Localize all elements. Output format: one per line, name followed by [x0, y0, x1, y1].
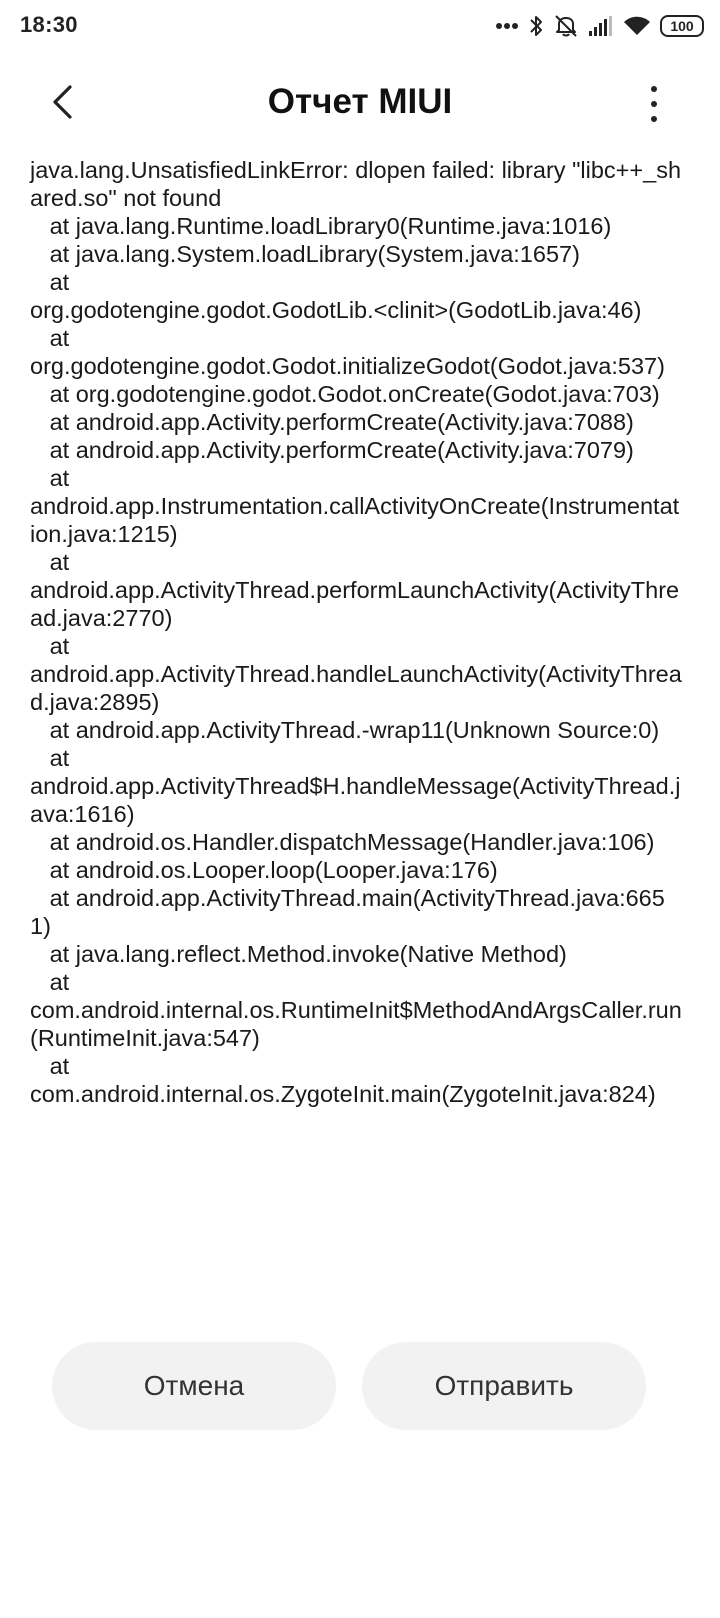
more-options-button[interactable]: [634, 74, 674, 134]
status-bar: 18:30 100: [0, 0, 720, 52]
header: Отчет MIUI: [0, 60, 720, 150]
battery-icon: 100: [660, 15, 704, 37]
signal-icon: [588, 15, 614, 37]
more-vertical-icon: [651, 86, 657, 92]
bluetooth-icon: [528, 14, 544, 38]
more-vertical-icon-dot: [651, 101, 657, 107]
report-text: java.lang.UnsatisfiedLinkError: dlopen f…: [30, 157, 682, 1107]
cancel-button[interactable]: Отмена: [52, 1342, 336, 1430]
wifi-icon: [623, 15, 651, 37]
more-vertical-icon-dot: [651, 116, 657, 122]
page-title: Отчет MIUI: [267, 82, 453, 121]
battery-level: 100: [670, 18, 694, 34]
more-dots-icon: [495, 22, 519, 30]
vibrate-off-icon: [553, 13, 579, 39]
status-icons: 100: [495, 11, 704, 41]
send-button[interactable]: Отправить: [362, 1342, 646, 1430]
status-time: 18:30: [20, 12, 78, 37]
